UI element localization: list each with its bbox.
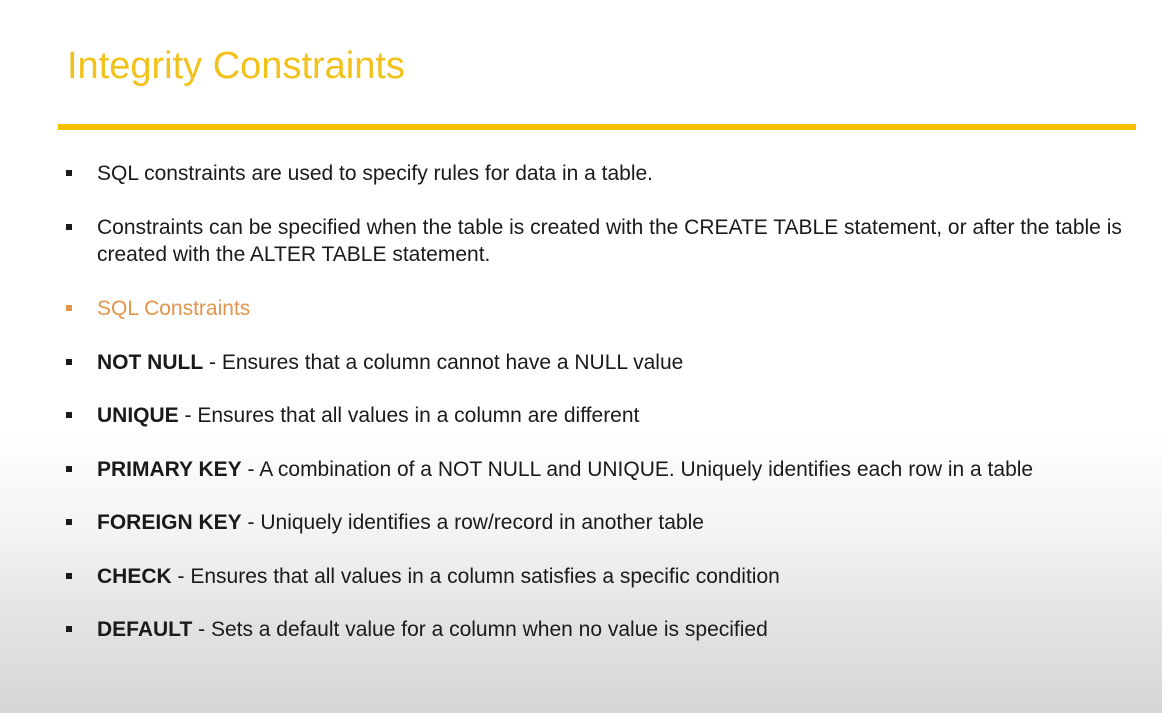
- bullet-text: Constraints can be specified when the ta…: [97, 216, 1122, 266]
- list-item-default: DEFAULT - Sets a default value for a col…: [66, 616, 1146, 643]
- constraint-description: - Ensures that all values in a column ar…: [178, 404, 640, 427]
- bullet-marker: [66, 626, 72, 632]
- title-underline: [58, 124, 1136, 130]
- bullet-marker: [66, 466, 72, 472]
- bullet-marker: [66, 573, 72, 579]
- constraint-term: PRIMARY KEY: [97, 458, 242, 481]
- constraint-term: UNIQUE: [97, 404, 179, 427]
- bullet-marker: [66, 412, 72, 418]
- list-item-intro-2: Constraints can be specified when the ta…: [66, 214, 1146, 268]
- bullet-marker: [66, 224, 72, 230]
- constraint-term: DEFAULT: [97, 618, 193, 641]
- bullet-marker: [66, 170, 72, 176]
- bullet-text: UNIQUE - Ensures that all values in a co…: [97, 402, 1146, 429]
- bullet-marker: [66, 359, 72, 365]
- constraint-term: FOREIGN KEY: [97, 511, 242, 534]
- list-item-check: CHECK - Ensures that all values in a col…: [66, 563, 1146, 590]
- constraint-description: - A combination of a NOT NULL and UNIQUE…: [241, 458, 1034, 481]
- slide: Integrity Constraints SQL constraints ar…: [0, 0, 1162, 713]
- constraint-description: - Ensures that all values in a column sa…: [171, 565, 780, 588]
- bullet-text: DEFAULT - Sets a default value for a col…: [97, 616, 1146, 643]
- bullet-text: PRIMARY KEY - A combination of a NOT NUL…: [97, 456, 1146, 483]
- constraint-term: NOT NULL: [97, 351, 204, 374]
- bullet-text: NOT NULL - Ensures that a column cannot …: [97, 349, 1146, 376]
- list-item-intro-1: SQL constraints are used to specify rule…: [66, 160, 1146, 187]
- constraint-description: - Sets a default value for a column when…: [192, 618, 768, 641]
- bullet-text: FOREIGN KEY - Uniquely identifies a row/…: [97, 509, 1146, 536]
- list-item-primary-key: PRIMARY KEY - A combination of a NOT NUL…: [66, 456, 1146, 483]
- constraint-description: - Ensures that a column cannot have a NU…: [203, 351, 684, 374]
- bullet-text: CHECK - Ensures that all values in a col…: [97, 563, 1146, 590]
- bullet-text: SQL constraints are used to specify rule…: [97, 162, 654, 185]
- list-item-unique: UNIQUE - Ensures that all values in a co…: [66, 402, 1146, 429]
- list-item-not-null: NOT NULL - Ensures that a column cannot …: [66, 349, 1146, 376]
- constraint-term: CHECK: [97, 565, 172, 588]
- bullet-marker: [66, 519, 72, 525]
- list-item-subheading: SQL Constraints: [66, 295, 1146, 322]
- subheading-text: SQL Constraints: [97, 297, 251, 320]
- slide-title: Integrity Constraints: [67, 45, 405, 87]
- list-item-foreign-key: FOREIGN KEY - Uniquely identifies a row/…: [66, 509, 1146, 536]
- constraint-description: - Uniquely identifies a row/record in an…: [241, 511, 704, 534]
- bullet-marker: [66, 305, 72, 311]
